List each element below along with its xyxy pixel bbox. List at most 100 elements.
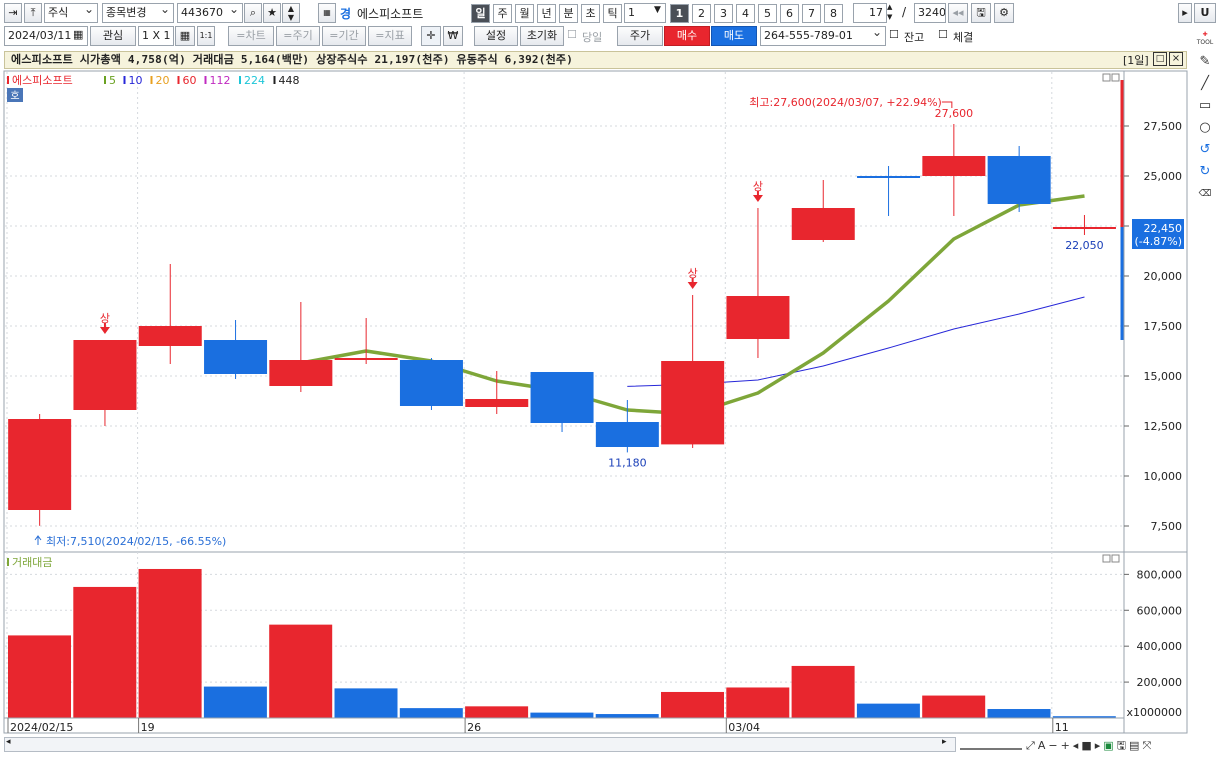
volume-bar [922,695,986,718]
volume-unit-label: x1000000 [1127,706,1183,719]
pane-control-icon [1102,554,1111,563]
legend-item-label: 224 [244,74,265,87]
bottom-icons: ⤢A−+◂■▸▣🖫▤⤧ [1026,737,1154,756]
date-tick-label: 19 [141,721,155,734]
volume-tick-label: 800,000 [1137,568,1183,581]
candle-body [465,399,529,407]
legend-series-name: 에스피소프트 [12,74,73,87]
fullscreen-icon[interactable]: ⤧ [1142,739,1154,752]
legend-marker [123,76,126,84]
date-tick-label: 26 [467,721,481,734]
plus-icon[interactable]: + [1061,739,1073,752]
volume-bar [661,691,724,718]
date-tick-label: 11 [1055,721,1069,734]
candle-body [334,358,398,360]
legend-item-label: 20 [156,74,170,87]
stop-icon[interactable]: ■ [1081,739,1094,752]
legend-marker [104,76,106,84]
low-value-label: 11,180 [608,456,647,469]
price-tick-label: 17,500 [1144,320,1183,333]
legend-item-label: 5 [109,74,116,87]
save-chart-icon[interactable]: 🖫 [1117,739,1129,752]
candle-body [857,176,921,178]
legend-marker [204,76,207,84]
limit-up-arrow [752,195,763,202]
scroll-left-icon[interactable]: ◂ [6,737,11,747]
price-tick-label: 25,000 [1144,170,1183,183]
limit-up-arrow [99,327,110,334]
limit-up-arrow [687,282,698,289]
legend-marker [177,76,180,84]
print-icon[interactable]: ▤ [1129,739,1142,752]
volume-legend-label: 거래대금 [12,556,52,569]
volume-tick-label: 600,000 [1137,604,1183,617]
last-low-label: 22,050 [1065,239,1104,252]
next-icon[interactable]: ▸ [1095,739,1104,752]
price-tick-label: 7,500 [1151,520,1183,533]
legend-marker [239,76,241,84]
pane-control-icon [1102,73,1111,82]
volume-tick-label: 400,000 [1137,640,1183,653]
candle-body [73,340,137,410]
zoom-slider[interactable] [960,739,1022,750]
candle-body [1052,227,1116,229]
candle-body [530,372,594,423]
legend-marker [150,76,153,84]
current-price-label: 22,450 [1144,222,1183,235]
legend-item-label: 60 [183,74,197,87]
legend-item-label: 10 [129,74,143,87]
candle-body [8,419,72,510]
current-change-label: (-4.87%) [1135,235,1183,248]
legend-badge-label: 호 [10,90,19,102]
candle-body [922,156,986,176]
price-chart[interactable]: 27,50025,00022,50020,00017,50015,00012,5… [0,0,1221,758]
date-tick-label: 2024/02/15 [10,721,73,734]
volume-bar [399,708,463,718]
price-tick-label: 10,000 [1144,470,1183,483]
legend-item-label: 448 [279,74,300,87]
volume-bars [8,568,1116,718]
candle-body [726,296,790,339]
volume-bar [530,712,594,718]
volume-bar [334,688,398,718]
volume-bar [269,624,333,718]
candles [8,124,1116,526]
price-tick-label: 20,000 [1144,270,1183,283]
volume-bar [203,686,267,718]
price-tick-label: 12,500 [1144,420,1183,433]
legend: 에스피소프트 5 10 20 60 112 224 448 호거래대금 [7,73,1120,569]
high-value-label: 27,600 [935,107,974,120]
volume-bar [856,703,920,718]
price-tick-label: 27,500 [1144,120,1183,133]
volume-bar [465,706,529,718]
candle-body [987,156,1051,204]
volume-bar [595,714,659,718]
pane-control-icon [1111,554,1120,563]
minus-icon[interactable]: − [1048,739,1060,752]
date-tick-label: 03/04 [728,721,760,734]
candle-body [595,422,659,447]
legend-series-marker [7,76,9,84]
volume-bar [73,586,137,718]
zoom-fit-icon[interactable]: ⤢ [1026,739,1038,752]
candle-body [661,361,725,445]
font-icon[interactable]: A [1038,739,1049,752]
candle-body [138,326,202,346]
volume-bar [791,665,855,718]
excel-icon[interactable]: ▣ [1103,739,1116,752]
volume-bar [138,568,202,718]
volume-bar [987,709,1051,718]
price-tick-label: 15,000 [1144,370,1183,383]
legend-item-label: 112 [210,74,231,87]
candle-body [791,208,855,240]
low-note-pointer [34,535,42,545]
volume-bar [8,635,71,718]
candle-body [269,360,333,386]
horizontal-scrollbar[interactable] [4,737,956,752]
high-note: 최고:27,600(2024/03/07, +22.94%) [749,96,942,109]
legend-marker [273,76,276,84]
candle-body [204,340,268,374]
volume-tick-label: 200,000 [1137,676,1183,689]
scroll-right-icon[interactable]: ▸ [942,737,947,747]
volume-legend-marker [7,558,9,566]
